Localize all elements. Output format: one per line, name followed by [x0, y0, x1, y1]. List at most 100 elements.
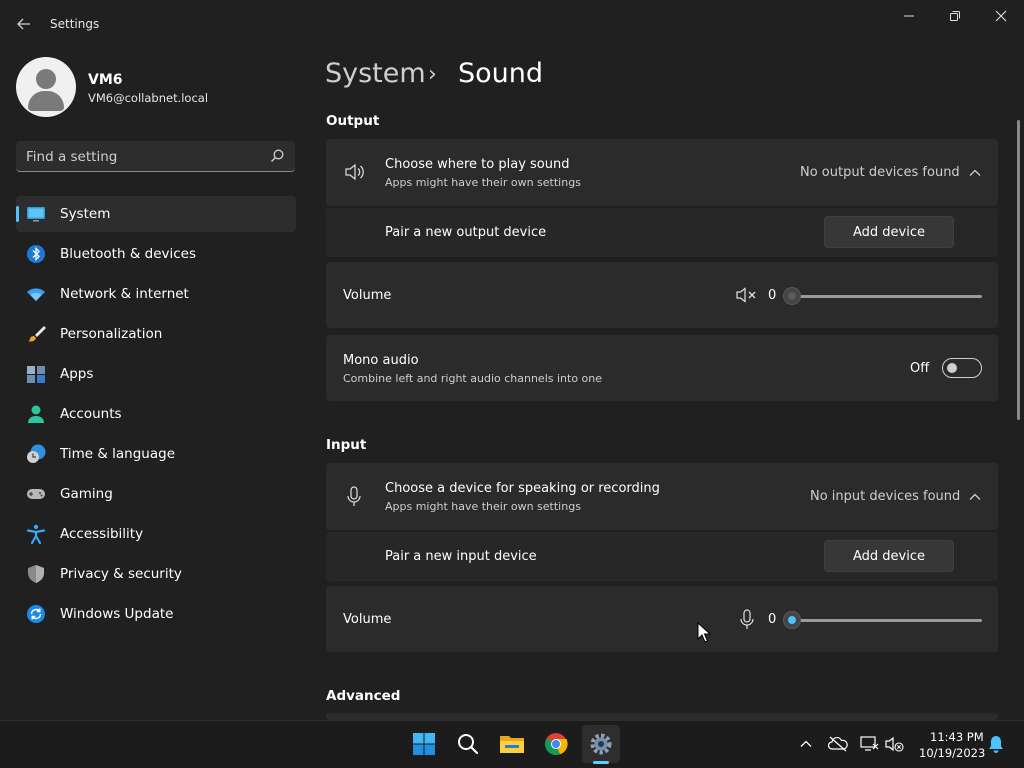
- search-input[interactable]: [16, 141, 268, 173]
- search-icon[interactable]: [269, 148, 285, 164]
- mono-audio-state: Off: [910, 361, 930, 376]
- network-disconnected-icon: [860, 736, 879, 751]
- output-device-desc: Apps might have their own settings: [385, 176, 581, 189]
- output-volume-card: Volume 0: [326, 262, 998, 328]
- output-volume-label: Volume: [343, 288, 392, 303]
- input-volume-slider[interactable]: [792, 619, 982, 622]
- settings-taskbar-button[interactable]: [582, 725, 620, 763]
- speaker-muted-icon[interactable]: [736, 287, 758, 303]
- network-tray-button[interactable]: [859, 733, 881, 755]
- minimize-icon: [904, 15, 914, 17]
- brush-icon: [28, 326, 46, 342]
- close-icon: [995, 10, 1007, 22]
- apps-icon: [27, 366, 45, 383]
- microphone-icon: [347, 486, 361, 506]
- sidebar-item-label: Accounts: [60, 406, 122, 422]
- clock-globe-icon: [27, 444, 46, 463]
- sidebar-item-system[interactable]: System: [16, 196, 296, 232]
- sidebar-item-label: Personalization: [60, 326, 163, 342]
- onedrive-tray-button[interactable]: [827, 733, 849, 755]
- input-volume-thumb-dot: [788, 616, 796, 624]
- breadcrumb-separator: ›: [428, 62, 437, 87]
- avatar-head: [36, 69, 56, 89]
- add-input-device-button[interactable]: Add device: [824, 540, 954, 572]
- notifications-button[interactable]: [985, 733, 1007, 755]
- toggle-knob: [947, 363, 957, 373]
- restore-button[interactable]: [932, 0, 978, 32]
- sidebar-item-accessibility[interactable]: Accessibility: [16, 516, 296, 552]
- pair-input-device-row: Pair a new input device Add device: [326, 532, 998, 581]
- sidebar-item-label: Windows Update: [60, 606, 174, 622]
- sidebar-item-windows-update[interactable]: Windows Update: [16, 596, 296, 632]
- start-button[interactable]: [405, 725, 443, 763]
- wifi-icon: [27, 288, 45, 301]
- user-email: VM6@collabnet.local: [88, 91, 209, 105]
- output-volume-thumb-dot: [788, 292, 796, 300]
- breadcrumb-root[interactable]: System: [325, 58, 426, 89]
- input-volume-slider-thumb[interactable]: [783, 611, 801, 629]
- section-title-advanced: Advanced: [326, 688, 401, 704]
- avatar[interactable]: [16, 57, 76, 117]
- speaker-icon: [345, 163, 364, 181]
- mono-audio-desc: Combine left and right audio channels in…: [343, 372, 603, 385]
- sidebar-item-label: System: [60, 206, 111, 222]
- add-output-device-button[interactable]: Add device: [824, 216, 954, 248]
- sidebar-item-privacy[interactable]: Privacy & security: [16, 556, 296, 592]
- chevron-up-icon[interactable]: [968, 166, 982, 180]
- selection-indicator: [16, 206, 19, 222]
- update-icon: [27, 605, 45, 623]
- mouse-cursor-icon: [697, 622, 711, 643]
- file-explorer-button[interactable]: [493, 725, 531, 763]
- sidebar-item-label: Accessibility: [60, 526, 144, 542]
- scrollbar[interactable]: [1017, 120, 1020, 420]
- gamepad-icon: [27, 489, 45, 499]
- chevron-up-icon: [800, 740, 812, 747]
- taskbar-clock-time[interactable]: 11:43 PM: [930, 730, 984, 744]
- sidebar-item-gaming[interactable]: Gaming: [16, 476, 296, 512]
- folder-icon: [500, 736, 524, 753]
- accessibility-icon: [26, 524, 46, 544]
- shield-icon: [28, 565, 44, 583]
- microphone-icon[interactable]: [739, 609, 755, 631]
- show-hidden-icons-button[interactable]: [795, 733, 817, 755]
- sidebar-item-label: Bluetooth & devices: [60, 246, 197, 262]
- sidebar-item-label: Gaming: [60, 486, 113, 502]
- sidebar-item-time-language[interactable]: Time & language: [16, 436, 296, 472]
- sidebar-item-label: Network & internet: [60, 286, 189, 302]
- sidebar-item-apps[interactable]: Apps: [16, 356, 296, 392]
- output-volume-slider-thumb[interactable]: [783, 287, 801, 305]
- taskbar-clock-date[interactable]: 10/19/2023: [919, 746, 985, 760]
- sidebar-item-network[interactable]: Network & internet: [16, 276, 296, 312]
- speaker-no-device-icon: [885, 736, 904, 752]
- input-volume-label: Volume: [343, 612, 392, 627]
- minimize-button[interactable]: [886, 0, 932, 32]
- back-button[interactable]: [10, 10, 38, 38]
- taskbar-search-button[interactable]: [449, 725, 487, 763]
- sidebar-item-label: Privacy & security: [60, 566, 182, 582]
- section-title-input: Input: [326, 437, 367, 453]
- volume-tray-button[interactable]: [884, 733, 906, 755]
- input-device-card[interactable]: Choose a device for speaking or recordin…: [326, 463, 998, 530]
- close-button[interactable]: [978, 0, 1024, 32]
- page-title: Sound: [458, 58, 544, 89]
- advanced-card-peek: [326, 713, 998, 720]
- sidebar-item-accounts[interactable]: Accounts: [16, 396, 296, 432]
- chevron-up-icon[interactable]: [968, 490, 982, 504]
- input-device-desc: Apps might have their own settings: [385, 500, 581, 513]
- output-device-card[interactable]: Choose where to play sound Apps might ha…: [326, 139, 998, 206]
- search-box[interactable]: [16, 141, 295, 173]
- output-volume-value: 0: [768, 288, 777, 303]
- user-name: VM6: [88, 72, 123, 88]
- mono-audio-toggle[interactable]: [942, 358, 982, 378]
- input-device-status: No input devices found: [810, 489, 961, 504]
- pair-output-device-row: Pair a new output device Add device: [326, 208, 998, 257]
- sidebar-item-label: Time & language: [60, 446, 176, 462]
- chrome-button[interactable]: [537, 725, 575, 763]
- mono-audio-card: Mono audio Combine left and right audio …: [326, 335, 998, 401]
- output-volume-slider[interactable]: [792, 295, 982, 298]
- input-volume-card: Volume 0: [326, 586, 998, 652]
- sidebar-item-label: Apps: [60, 366, 94, 382]
- system-icon: [27, 207, 45, 222]
- sidebar-item-personalization[interactable]: Personalization: [16, 316, 296, 352]
- sidebar-item-bluetooth[interactable]: Bluetooth & devices: [16, 236, 296, 272]
